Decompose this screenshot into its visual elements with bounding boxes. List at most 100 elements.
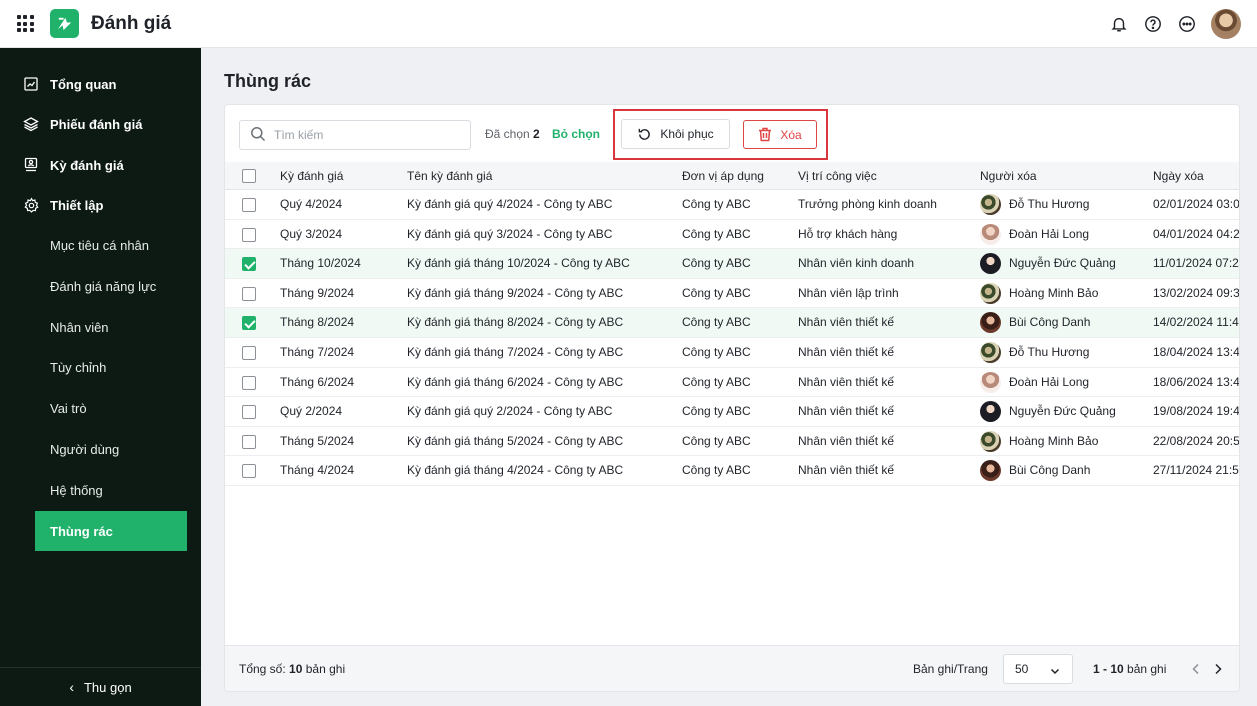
cell-unit: Công ty ABC <box>682 463 751 478</box>
cell-unit: Công ty ABC <box>682 374 751 389</box>
column-header-name[interactable]: Tên kỳ đánh giá <box>407 162 492 190</box>
page-range: 1 - 10 bản ghi <box>1093 662 1166 676</box>
restore-button[interactable]: Khôi phục <box>621 119 730 149</box>
app-grid-icon[interactable] <box>14 13 36 35</box>
app-logo-icon <box>50 9 79 38</box>
cell-period: Tháng 9/2024 <box>280 285 355 300</box>
total-suffix: bản ghi <box>305 662 346 676</box>
sidebar-item-overview[interactable]: Tổng quan <box>22 72 116 96</box>
per-page-label: Bản ghi/Trang <box>913 662 988 676</box>
search-box[interactable] <box>239 120 471 150</box>
table-row[interactable]: Tháng 8/2024 Kỳ đánh giá tháng 8/2024 - C… <box>225 308 1239 338</box>
chevron-left-icon: ‹ <box>69 679 74 695</box>
selected-prefix: Đã chọn <box>485 127 530 141</box>
cell-name: Kỳ đánh giá tháng 5/2024 - Công ty ABC <box>407 433 624 448</box>
bell-icon[interactable] <box>1109 14 1129 34</box>
column-header-unit[interactable]: Đơn vị áp dụng <box>682 162 764 190</box>
column-header-position[interactable]: Vị trí công việc <box>798 162 877 190</box>
table-row[interactable]: Quý 4/2024 Kỳ đánh giá quý 4/2024 - Công … <box>225 190 1239 220</box>
collapse-sidebar-button[interactable]: ‹ Thu gọn <box>0 667 201 706</box>
cell-period: Quý 2/2024 <box>280 404 343 419</box>
cell-period: Quý 3/2024 <box>280 226 343 241</box>
top-bar: Đánh giá <box>0 0 1257 48</box>
selected-count-text: Đã chọn 2 <box>485 127 540 141</box>
trash-card: Đã chọn 2 Bỏ chọn Khôi phục Xóa Kỳ đánh … <box>224 104 1240 692</box>
cell-name: Kỳ đánh giá quý 3/2024 - Công ty ABC <box>407 226 613 241</box>
cell-position: Nhân viên thiết kế <box>798 315 895 330</box>
column-header-deleted-by[interactable]: Người xóa <box>980 162 1037 190</box>
cell-deleted-at: 27/11/2024 21:5 <box>1153 463 1239 478</box>
row-checkbox[interactable] <box>242 257 256 272</box>
monitor-user-icon <box>22 156 40 174</box>
column-header-deleted-at[interactable]: Ngày xóa <box>1153 162 1204 190</box>
table-row[interactable]: Tháng 4/2024 Kỳ đánh giá tháng 4/2024 - C… <box>225 456 1239 486</box>
sidebar-item-settings[interactable]: Thiết lập <box>22 193 103 217</box>
more-icon[interactable] <box>1177 14 1197 34</box>
per-page-select[interactable]: 50 <box>1003 654 1073 684</box>
row-checkbox[interactable] <box>242 227 256 242</box>
avatar <box>980 253 1001 275</box>
row-checkbox[interactable] <box>242 198 256 212</box>
cell-deleted-at: 13/02/2024 09:3 <box>1153 285 1240 300</box>
cell-deleted-at: 11/01/2024 07:2 <box>1153 256 1239 271</box>
table-row[interactable]: Quý 2/2024 Kỳ đánh giá quý 2/2024 - Công … <box>225 397 1240 427</box>
deleted-by-name: Đỗ Thu Hương <box>1009 197 1090 211</box>
cell-unit: Công ty ABC <box>682 226 751 241</box>
sidebar-item-label: Tổng quan <box>50 76 117 92</box>
table-row[interactable]: Tháng 6/2024 Kỳ đánh giá tháng 6/2024 - C… <box>225 368 1240 398</box>
row-checkbox[interactable] <box>242 375 256 390</box>
row-checkbox[interactable] <box>242 346 256 360</box>
cell-unit: Công ty ABC <box>682 315 751 330</box>
deleted-by-name: Bùi Công Danh <box>1009 315 1091 330</box>
row-checkbox[interactable] <box>242 434 256 449</box>
sidebar-item-personal-goals[interactable]: Mục tiêu cá nhân <box>35 225 187 265</box>
search-icon <box>250 126 266 145</box>
row-checkbox[interactable] <box>242 464 256 479</box>
next-page-button[interactable] <box>1210 660 1226 678</box>
collapse-label: Thu gọn <box>83 679 132 695</box>
row-checkbox[interactable] <box>242 286 256 301</box>
deleted-by-name: Hoàng Minh Bảo <box>1009 433 1099 448</box>
row-checkbox[interactable] <box>242 316 256 331</box>
cell-deleted-at: 18/06/2024 13:4 <box>1153 374 1240 389</box>
sidebar-item-employees[interactable]: Nhân viên <box>35 307 187 347</box>
deselect-link[interactable]: Bỏ chọn <box>552 127 600 141</box>
total-records: Tổng số: 10 bản ghi <box>239 662 345 676</box>
cell-period: Tháng 10/2024 <box>280 256 361 271</box>
restore-icon <box>637 127 652 142</box>
search-input[interactable] <box>274 128 464 142</box>
sidebar-item-forms[interactable]: Phiếu đánh giá <box>22 112 142 136</box>
cell-deleted-at: 19/08/2024 19:4 <box>1153 404 1240 419</box>
sidebar-item-customize[interactable]: Tùy chỉnh <box>35 347 187 387</box>
table-row[interactable]: Tháng 9/2024 Kỳ đánh giá tháng 9/2024 - C… <box>225 279 1240 309</box>
table-row[interactable]: Tháng 7/2024 Kỳ đánh giá tháng 7/2024 - C… <box>225 338 1239 368</box>
cell-period: Tháng 4/2024 <box>280 463 355 478</box>
sidebar-item-trash[interactable]: Thùng rác <box>35 511 187 551</box>
cell-unit: Công ty ABC <box>682 433 751 448</box>
cell-deleted-by: Nguyễn Đức Quảng <box>980 249 1116 278</box>
cell-deleted-by: Nguyễn Đức Quảng <box>980 397 1116 426</box>
cell-deleted-by: Đoàn Hải Long <box>980 368 1089 397</box>
avatar <box>980 312 1001 334</box>
gear-icon <box>22 196 40 214</box>
row-checkbox[interactable] <box>242 405 256 420</box>
table-row[interactable]: Tháng 10/2024 Kỳ đánh giá tháng 10/2024 -… <box>225 249 1239 279</box>
cell-period: Tháng 5/2024 <box>280 433 355 448</box>
select-all-checkbox[interactable] <box>242 169 256 183</box>
sidebar-item-competency[interactable]: Đánh giá năng lực <box>35 266 187 306</box>
help-icon[interactable] <box>1143 14 1163 34</box>
cell-name: Kỳ đánh giá tháng 10/2024 - Công ty ABC <box>407 256 630 271</box>
chart-board-icon <box>22 75 40 93</box>
avatar <box>980 401 1001 423</box>
table-row[interactable]: Quý 3/2024 Kỳ đánh giá quý 3/2024 - Công … <box>225 220 1239 250</box>
avatar <box>980 194 1001 215</box>
sidebar-item-periods[interactable]: Kỳ đánh giá <box>22 153 124 177</box>
sidebar-item-roles[interactable]: Vai trò <box>35 388 187 428</box>
prev-page-button[interactable] <box>1188 660 1204 678</box>
user-avatar[interactable] <box>1211 9 1241 39</box>
column-header-period[interactable]: Kỳ đánh giá <box>280 162 343 190</box>
sidebar-item-users[interactable]: Người dùng <box>35 429 187 469</box>
sidebar-item-system[interactable]: Hệ thống <box>35 470 187 510</box>
table-row[interactable]: Tháng 5/2024 Kỳ đánh giá tháng 5/2024 - C… <box>225 427 1239 457</box>
delete-button[interactable]: Xóa <box>743 120 817 149</box>
